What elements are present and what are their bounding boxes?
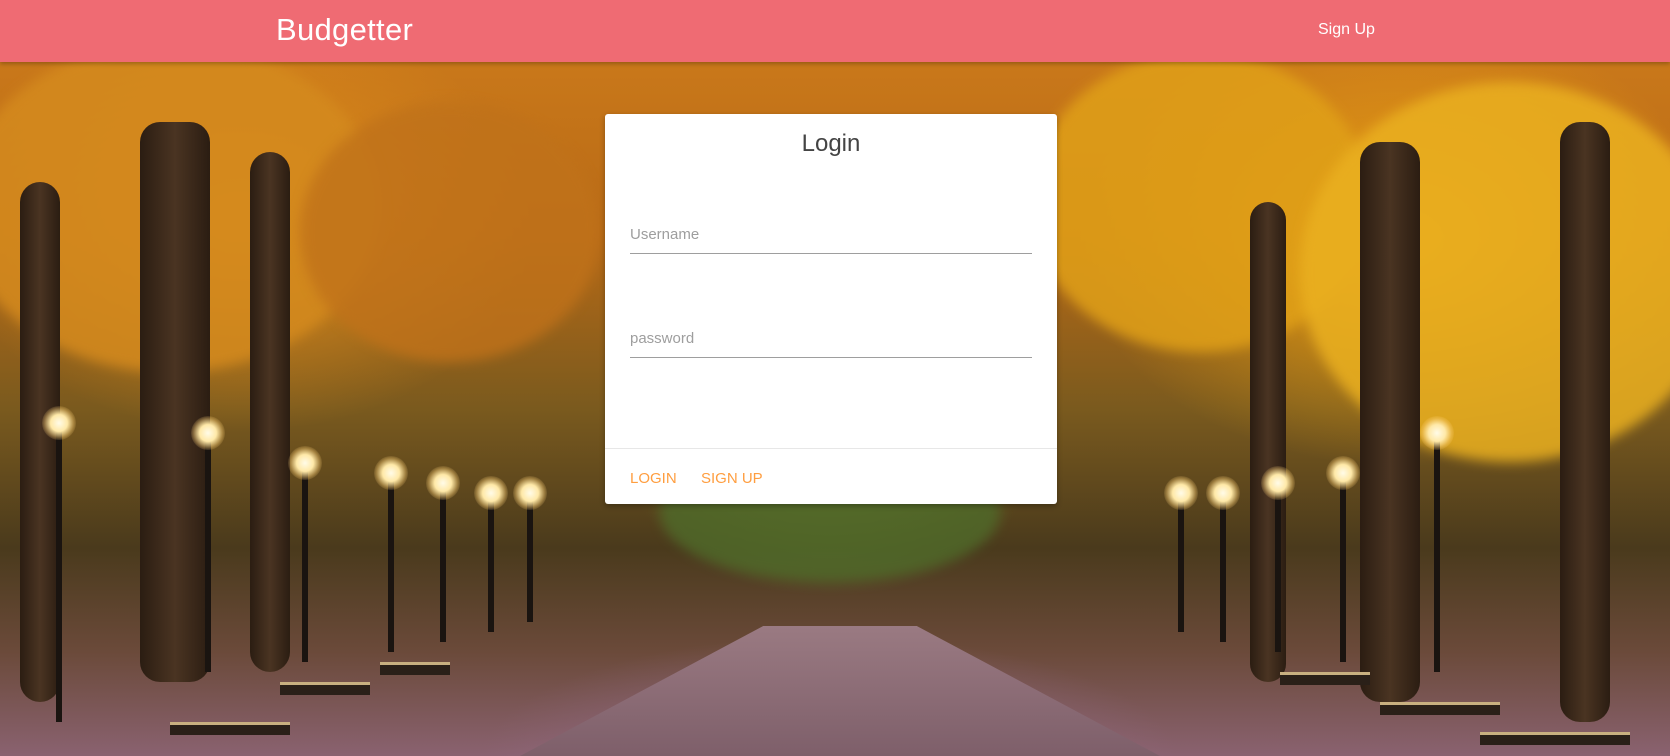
password-field-wrapper bbox=[630, 330, 1032, 358]
card-actions: LOGIN SIGN UP bbox=[605, 448, 1057, 505]
username-input[interactable] bbox=[630, 226, 1032, 254]
brand-logo[interactable]: Budgetter bbox=[276, 12, 413, 48]
login-card: Login LOGIN SIGN UP bbox=[605, 114, 1057, 504]
signup-button[interactable]: SIGN UP bbox=[701, 470, 763, 487]
login-title: Login bbox=[801, 130, 861, 157]
nav-signup-link[interactable]: Sign Up bbox=[1318, 21, 1375, 39]
login-button[interactable]: LOGIN bbox=[630, 470, 677, 487]
password-input[interactable] bbox=[630, 330, 1032, 358]
username-field-wrapper bbox=[630, 226, 1032, 254]
top-navbar: Budgetter Sign Up bbox=[0, 0, 1670, 62]
